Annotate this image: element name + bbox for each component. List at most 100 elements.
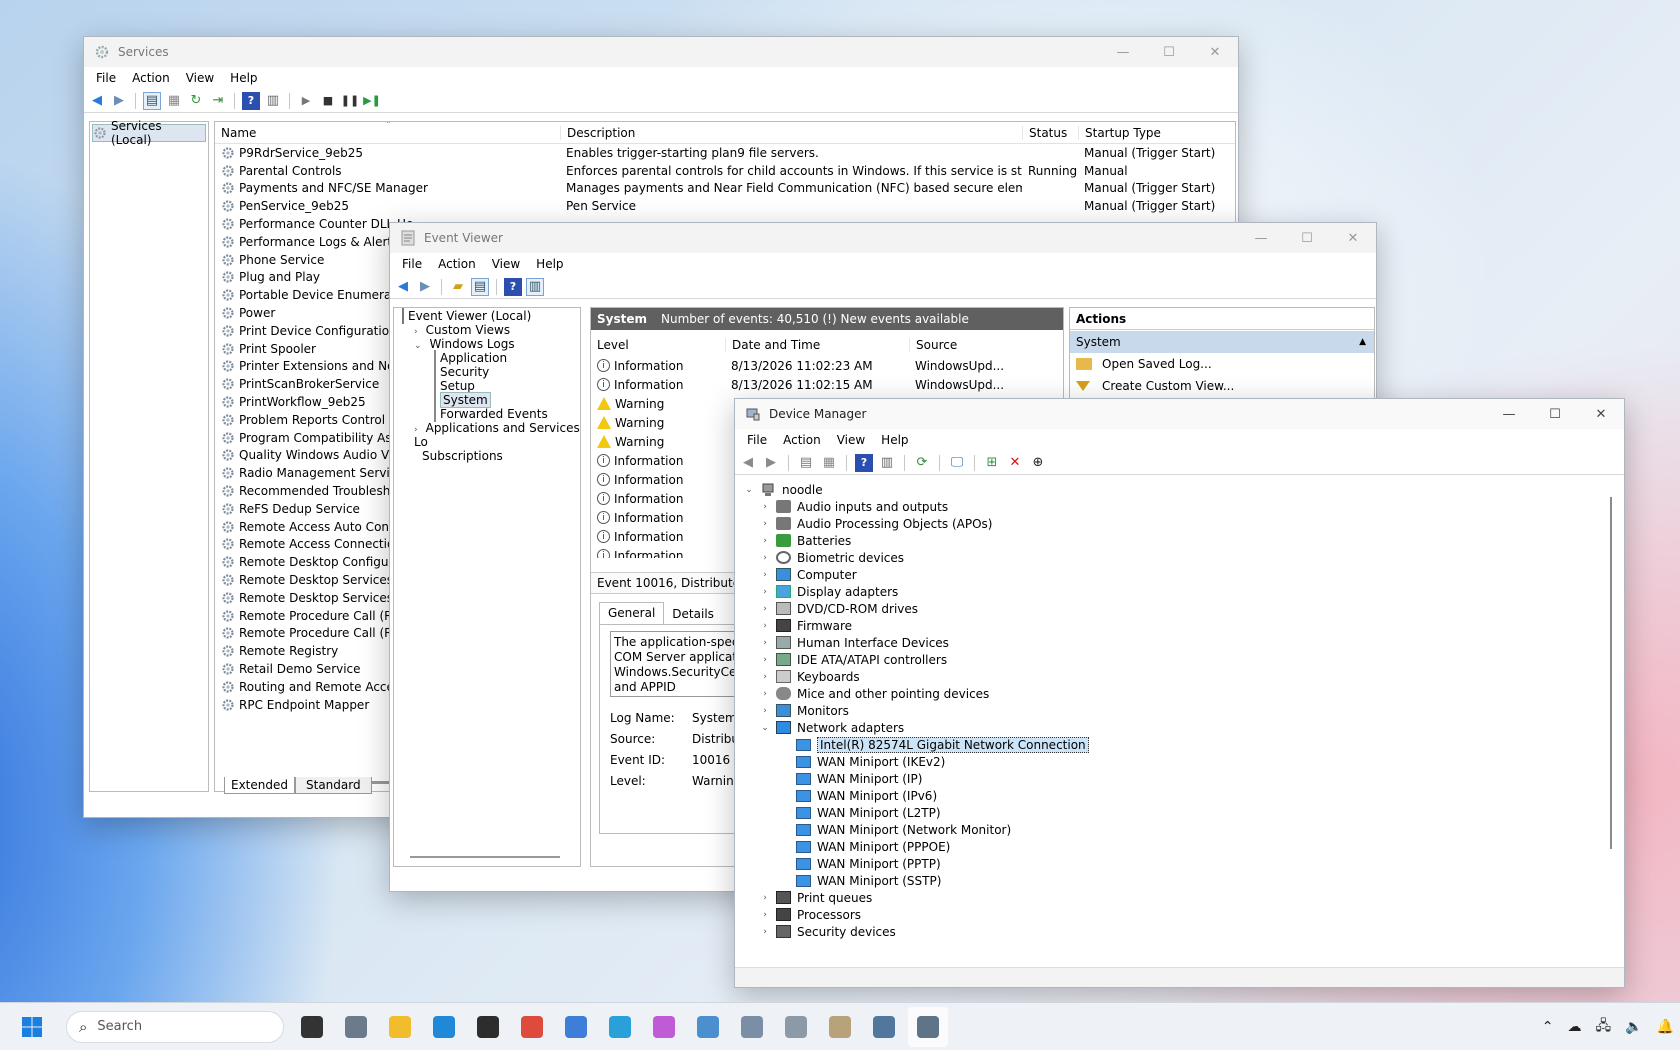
stop-icon[interactable]: ■ bbox=[319, 92, 337, 110]
maximize-button[interactable]: ☐ bbox=[1284, 223, 1330, 253]
device-category[interactable]: › Mice and other pointing devices bbox=[738, 685, 1622, 702]
device-category[interactable]: › Computer bbox=[738, 566, 1622, 583]
copilot-taskbar-button[interactable] bbox=[644, 1007, 684, 1047]
close-button[interactable]: ✕ bbox=[1578, 399, 1624, 429]
services-taskbar-button[interactable] bbox=[776, 1007, 816, 1047]
console-tree-icon[interactable]: ▤ bbox=[797, 454, 815, 472]
table-row[interactable]: i Information 8/13/2026 11:02:15 AM Windows… bbox=[591, 375, 1063, 394]
menu-view[interactable]: View bbox=[829, 433, 873, 447]
device-manager-titlebar[interactable]: Device Manager — ☐ ✕ bbox=[735, 399, 1624, 429]
chevron-icon[interactable]: › bbox=[758, 519, 772, 529]
device-category[interactable]: ⌄ Network adapters bbox=[738, 719, 1622, 736]
menu-view[interactable]: View bbox=[484, 257, 528, 271]
volume-icon[interactable]: 🔈 bbox=[1625, 1019, 1642, 1035]
services-titlebar[interactable]: Services — ☐ ✕ bbox=[84, 37, 1238, 67]
menu-view[interactable]: View bbox=[178, 71, 222, 85]
settings-taskbar-button[interactable] bbox=[336, 1007, 376, 1047]
scan-hardware-icon[interactable]: 🖵 bbox=[948, 454, 966, 472]
device-category[interactable]: › Human Interface Devices bbox=[738, 634, 1622, 651]
device-category[interactable]: › Display adapters bbox=[738, 583, 1622, 600]
network-adapter-item[interactable]: WAN Miniport (PPTP) bbox=[738, 855, 1622, 872]
column-header-date[interactable]: Date and Time bbox=[725, 338, 909, 352]
back-icon[interactable]: ◀ bbox=[88, 92, 106, 110]
tree-item[interactable]: System bbox=[394, 392, 580, 408]
column-header-status[interactable]: Status bbox=[1022, 125, 1078, 140]
search-box[interactable]: ⌕ Search bbox=[66, 1010, 284, 1043]
notification-icon[interactable]: 🔔 bbox=[1657, 1019, 1674, 1035]
clock-taskbar-button[interactable] bbox=[820, 1007, 860, 1047]
chevron-icon[interactable]: ⌄ bbox=[414, 341, 422, 351]
device-manager-taskbar-button[interactable] bbox=[908, 1006, 948, 1047]
file-explorer-taskbar-button[interactable] bbox=[380, 1007, 420, 1047]
chevron-icon[interactable]: › bbox=[758, 604, 772, 614]
menu-action[interactable]: Action bbox=[430, 257, 484, 271]
chevron-icon[interactable]: › bbox=[758, 587, 772, 597]
tab-details[interactable]: Details bbox=[664, 604, 722, 624]
uninstall-icon[interactable]: ✕ bbox=[1006, 454, 1024, 472]
device-category[interactable]: › Security devices bbox=[738, 923, 1622, 940]
view-icon[interactable]: ▥ bbox=[878, 454, 896, 472]
network-adapter-item[interactable]: WAN Miniport (SSTP) bbox=[738, 872, 1622, 889]
download-icon[interactable]: ⊕ bbox=[1029, 454, 1047, 472]
chevron-icon[interactable]: › bbox=[758, 502, 772, 512]
menu-file[interactable]: File bbox=[394, 257, 430, 271]
chevron-icon[interactable]: › bbox=[758, 672, 772, 682]
forward-icon[interactable]: ▶ bbox=[762, 454, 780, 472]
maximize-button[interactable]: ☐ bbox=[1532, 399, 1578, 429]
tree-item[interactable]: Event Viewer (Local) bbox=[394, 308, 580, 324]
collapse-icon[interactable]: ▲ bbox=[1359, 337, 1366, 347]
help-icon[interactable]: ? bbox=[242, 91, 260, 110]
table-row[interactable]: Payments and NFC/SE Manager Manages payme… bbox=[215, 180, 1235, 198]
menu-help[interactable]: Help bbox=[222, 71, 265, 85]
tab-general[interactable]: General bbox=[599, 602, 665, 624]
maximize-button[interactable]: ☐ bbox=[1146, 37, 1192, 67]
remote-desktop-taskbar-button[interactable] bbox=[688, 1007, 728, 1047]
cloud-icon[interactable]: ☁ bbox=[1568, 1019, 1582, 1035]
device-taskbar-button[interactable] bbox=[732, 1007, 772, 1047]
actions-section-header[interactable]: System ▲ bbox=[1070, 331, 1374, 353]
tree-item[interactable]: › Custom Views bbox=[394, 323, 580, 337]
close-button[interactable]: ✕ bbox=[1192, 37, 1238, 67]
device-category[interactable]: › DVD/CD-ROM drives bbox=[738, 600, 1622, 617]
device-category[interactable]: › Batteries bbox=[738, 532, 1622, 549]
network-adapter-item[interactable]: WAN Miniport (IP) bbox=[738, 770, 1622, 787]
forward-icon[interactable]: ▶ bbox=[110, 92, 128, 110]
refresh-icon[interactable]: ↻ bbox=[187, 92, 205, 110]
task-view-taskbar-button[interactable] bbox=[292, 1007, 332, 1047]
chevron-icon[interactable]: › bbox=[758, 570, 772, 580]
terminal-taskbar-button[interactable] bbox=[468, 1007, 508, 1047]
chevron-icon[interactable]: › bbox=[758, 893, 772, 903]
network-admin-taskbar-button[interactable] bbox=[864, 1007, 904, 1047]
device-category[interactable]: › Monitors bbox=[738, 702, 1622, 719]
horizontal-scrollbar[interactable] bbox=[410, 856, 560, 858]
notepad-taskbar-button[interactable] bbox=[556, 1007, 596, 1047]
menu-file[interactable]: File bbox=[739, 433, 775, 447]
network-adapter-item[interactable]: WAN Miniport (L2TP) bbox=[738, 804, 1622, 821]
column-header-level[interactable]: Level bbox=[591, 338, 725, 352]
event-viewer-titlebar[interactable]: Event Viewer — ☐ ✕ bbox=[390, 223, 1376, 253]
action-pane-icon[interactable]: ▥ bbox=[526, 277, 544, 296]
device-category[interactable]: › Print queues bbox=[738, 889, 1622, 906]
device-category[interactable]: › Keyboards bbox=[738, 668, 1622, 685]
chevron-icon[interactable]: › bbox=[758, 910, 772, 920]
network-adapter-item[interactable]: WAN Miniport (IKEv2) bbox=[738, 753, 1622, 770]
minimize-button[interactable]: — bbox=[1486, 399, 1532, 429]
chevron-icon[interactable]: ⌄ bbox=[758, 723, 772, 733]
properties-icon[interactable]: ▦ bbox=[165, 92, 183, 110]
tab-extended[interactable]: Extended bbox=[224, 777, 295, 794]
action-create-custom-view[interactable]: Create Custom View... bbox=[1070, 375, 1374, 397]
expand-icon[interactable]: ⌄ bbox=[742, 485, 756, 495]
chevron-icon[interactable]: › bbox=[758, 927, 772, 937]
minimize-button[interactable]: — bbox=[1238, 223, 1284, 253]
update-driver-icon[interactable]: ⟳ bbox=[913, 454, 931, 472]
chevron-icon[interactable]: › bbox=[758, 553, 772, 563]
table-row[interactable]: PenService_9eb25 Pen Service Manual (Trigg… bbox=[215, 197, 1235, 215]
network-adapter-item[interactable]: WAN Miniport (Network Monitor) bbox=[738, 821, 1622, 838]
menu-action[interactable]: Action bbox=[124, 71, 178, 85]
tree-item[interactable]: Security bbox=[394, 364, 580, 380]
start-icon[interactable]: ▶ bbox=[297, 92, 315, 110]
help-icon[interactable]: ? bbox=[504, 277, 522, 296]
device-category[interactable]: › Firmware bbox=[738, 617, 1622, 634]
menu-help[interactable]: Help bbox=[528, 257, 571, 271]
start-button[interactable] bbox=[12, 1007, 52, 1047]
